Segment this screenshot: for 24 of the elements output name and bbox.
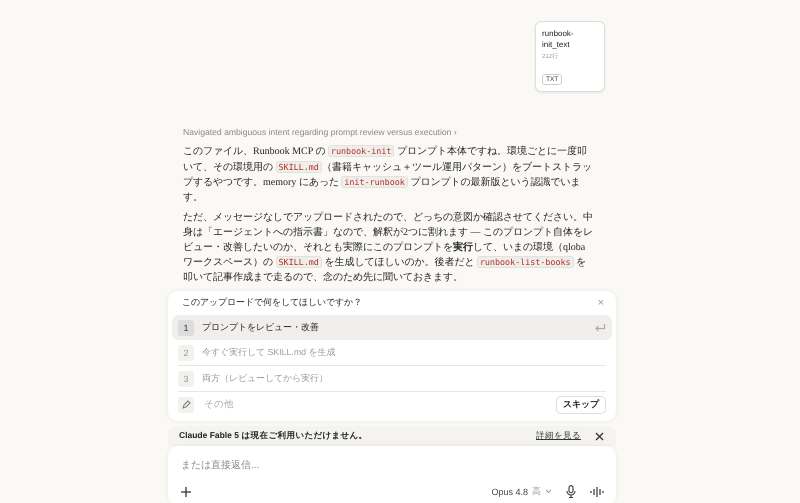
option-number: 2	[178, 344, 194, 361]
message-paragraph: ただ、メッセージなしでアップロードされたので、どっちの意図か確認させてください。中身は「エージェントへの指示書」なので、解釈が2つに割れます — このプロンプト自体をレビュー・改善したいのか、それとも実際にこのプロンプトを実行して、いまの環境（qloba ワークスペース）の SKILL.md を生成してほしいのか。後者だと runbook-list-books を叩いて記事作成まで走るので、念のため先に聞いておきます。	[183, 211, 593, 285]
chevron-down-icon	[545, 489, 552, 494]
option-number: 1	[178, 320, 194, 336]
option-label: 両方（レビューしてから実行）	[202, 372, 329, 385]
other-answer-field[interactable]: その他	[202, 398, 548, 412]
plus-icon[interactable]	[181, 486, 191, 497]
file-name: runbook-init_text	[542, 28, 575, 50]
reply-field[interactable]: または直接返信...	[181, 460, 604, 472]
model-selector[interactable]: Opus 4.8 高	[491, 485, 552, 498]
answer-option[interactable]: 1 プロンプトをレビュー・改善	[172, 315, 612, 340]
option-label: プロンプトをレビュー・改善	[202, 322, 320, 334]
close-icon[interactable]	[595, 432, 604, 441]
question-title: このアップロードで何をしてほしいですか？	[182, 297, 362, 310]
enter-icon	[594, 322, 606, 333]
waveform-icon[interactable]	[590, 486, 604, 498]
option-number: 3	[178, 370, 194, 387]
pencil-icon	[178, 396, 194, 413]
details-link[interactable]: 詳細を見る	[536, 430, 581, 442]
skip-button[interactable]: スキップ	[556, 396, 606, 414]
message-paragraph: このファイル、Runbook MCP の runbook-init プロンプト本体ですね。環境ごとに一度叩いて、その環境用の SKILL.md （書籍キャッシュ＋ツール運用パターン）をブートストラップするやつです。memory にあった init-runbook プロンプトの最新版という認識でいます。	[183, 144, 593, 205]
microphone-icon[interactable]	[566, 485, 576, 498]
notice-text: Claude Fable 5 は現在ご利用いただけません。	[179, 430, 368, 442]
option-label: 今すぐ実行して SKILL.md を生成	[202, 346, 337, 359]
